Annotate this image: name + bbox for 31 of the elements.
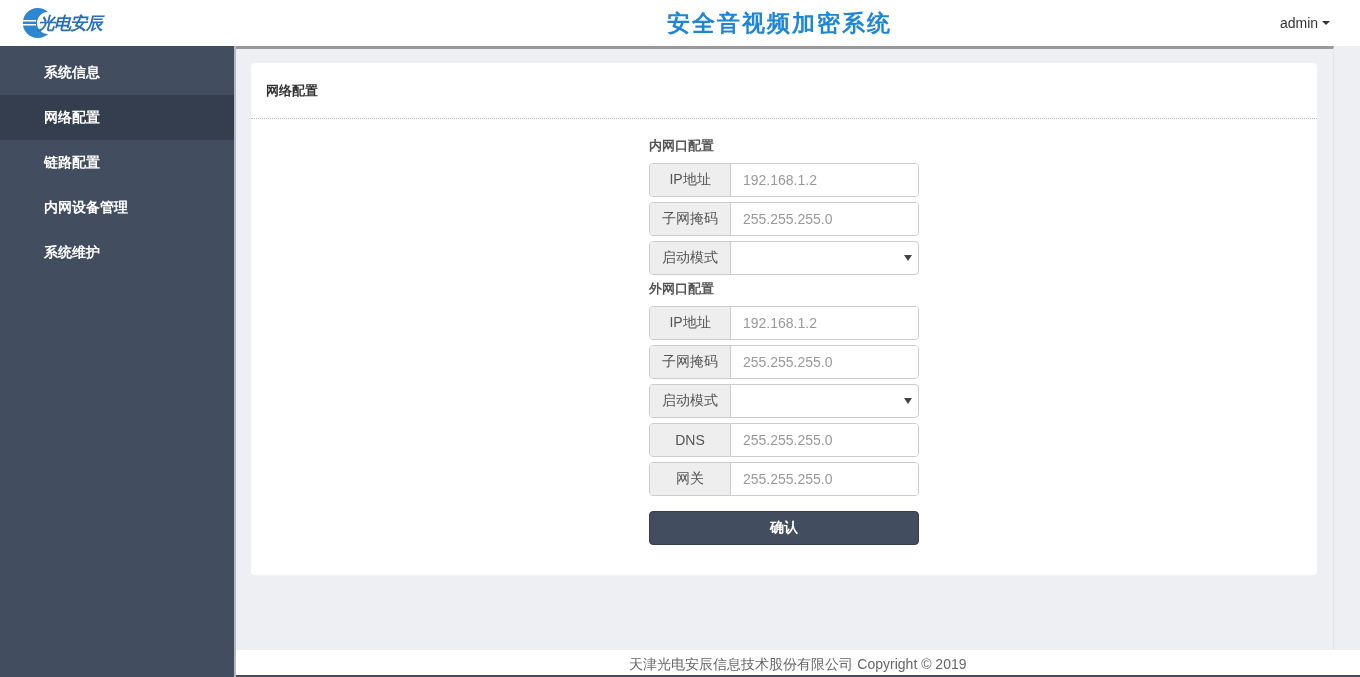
select-field[interactable]: 启动模式: [649, 241, 919, 275]
confirm-button[interactable]: 确认: [649, 511, 919, 545]
input-field[interactable]: DNS 255.255.255.0: [649, 423, 919, 457]
select-field[interactable]: 启动模式: [649, 384, 919, 418]
field-label: DNS: [650, 424, 731, 456]
dropdown-icon: [904, 397, 912, 405]
sidebar-item[interactable]: 系统维护: [0, 230, 234, 275]
input-field[interactable]: 网关 255.255.255.0: [649, 462, 919, 496]
input-field[interactable]: 子网掩码 255.255.255.0: [649, 202, 919, 236]
input-field[interactable]: IP地址 192.168.1.2: [649, 163, 919, 197]
sidebar-item[interactable]: 链路配置: [0, 140, 234, 185]
field-label: IP地址: [650, 164, 731, 196]
field-label: 启动模式: [650, 385, 731, 417]
panel-title: 网络配置: [266, 83, 318, 98]
caret-icon: [1322, 19, 1331, 27]
sidebar-item[interactable]: 系统信息: [0, 50, 234, 95]
sidebar-item[interactable]: 内网设备管理: [0, 185, 234, 230]
field-label: 子网掩码: [650, 203, 731, 235]
footer-text: 天津光电安辰信息技术股份有限公司 Copyright © 2019: [629, 656, 967, 674]
section-title: 内网口配置: [649, 137, 715, 155]
field-label: 网关: [650, 463, 731, 495]
user-menu[interactable]: admin: [1280, 15, 1342, 31]
input-field[interactable]: 子网掩码 255.255.255.0: [649, 345, 919, 379]
dropdown-icon: [904, 254, 912, 262]
field-label: 子网掩码: [650, 346, 731, 378]
section-title: 外网口配置: [649, 280, 715, 298]
sidebar-item[interactable]: 网络配置: [0, 95, 234, 140]
field-label: IP地址: [650, 307, 731, 339]
input-field[interactable]: IP地址 192.168.1.2: [649, 306, 919, 340]
field-label: 启动模式: [650, 242, 731, 274]
app-title: 安全音视频加密系统: [665, 8, 893, 38]
